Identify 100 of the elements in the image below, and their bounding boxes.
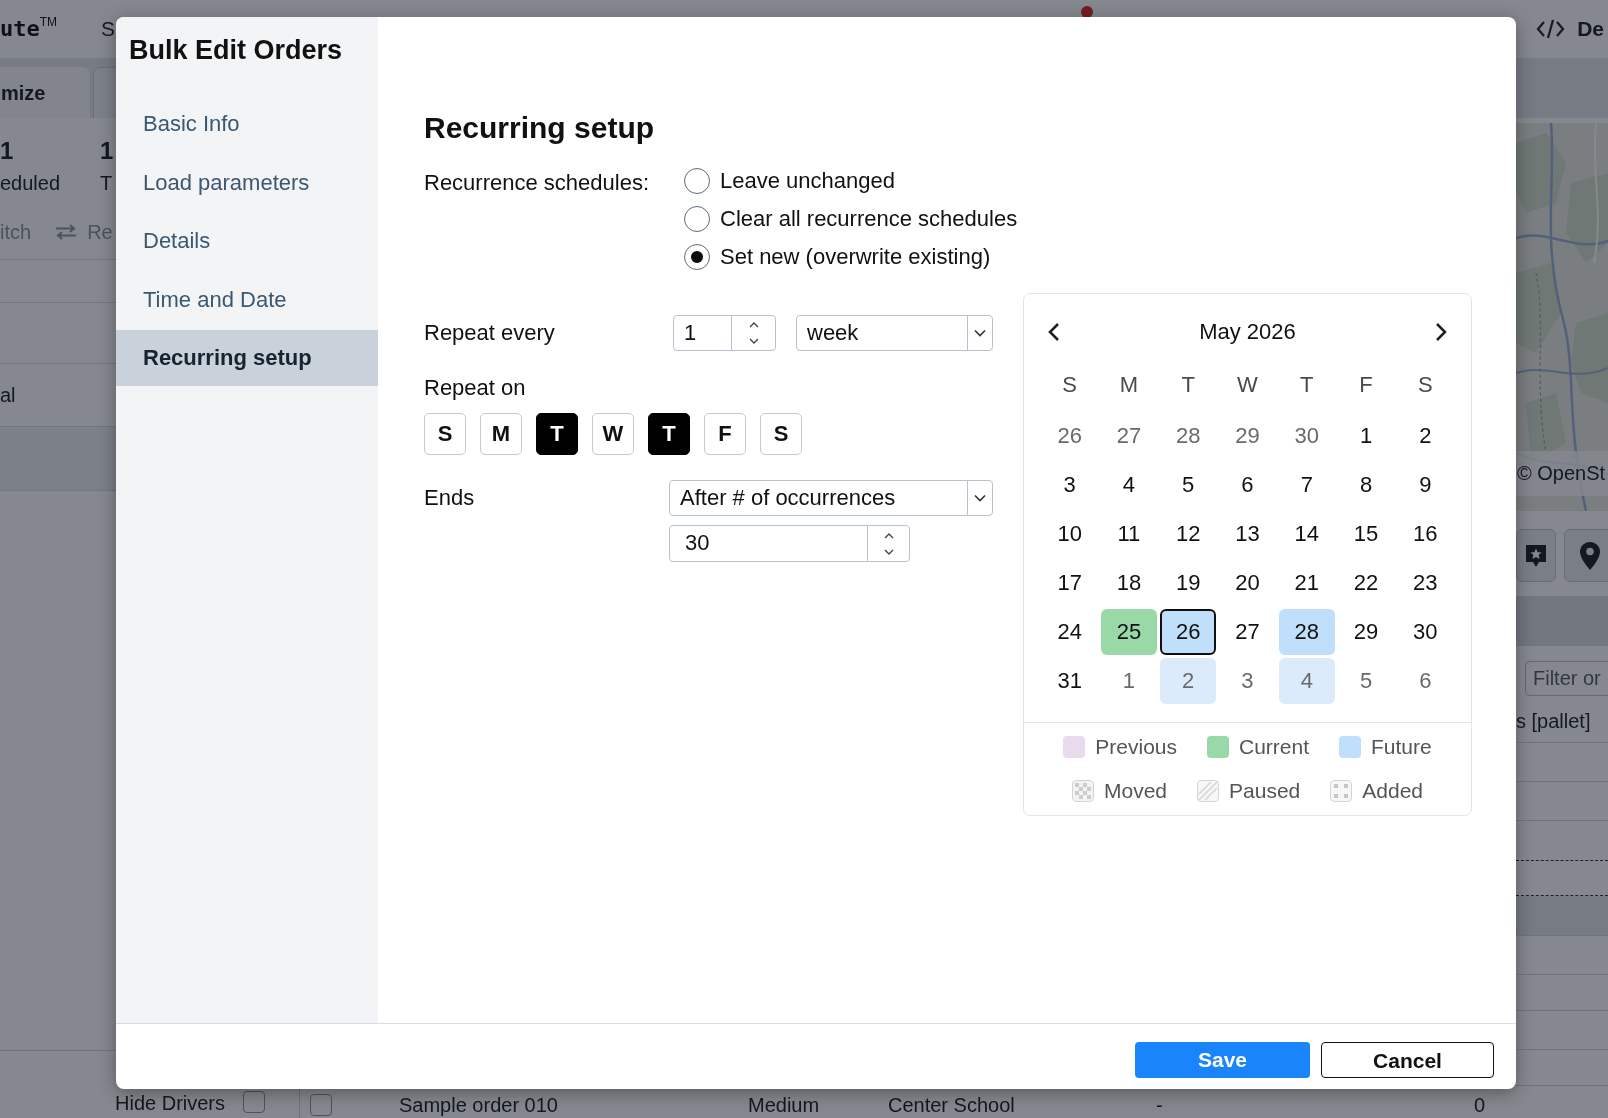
chevron-right-icon[interactable] [1435, 322, 1447, 342]
map-attribution: © OpenSt [1516, 451, 1608, 496]
nav-item[interactable]: Recurring setup [116, 330, 378, 386]
weekday-toggle[interactable]: S [424, 413, 466, 455]
calendar-day[interactable]: 26 [1041, 413, 1098, 459]
calendar-day[interactable]: 27 [1100, 413, 1157, 459]
calendar-day[interactable]: 1 [1100, 658, 1157, 704]
weekday-toggle[interactable]: T [536, 413, 578, 455]
calendar-day[interactable]: 8 [1338, 462, 1395, 508]
weekday-label: T [1181, 373, 1195, 397]
legend-label: Previous [1095, 735, 1177, 759]
calendar-day[interactable]: 31 [1041, 658, 1098, 704]
calendar-day[interactable]: 30 [1397, 609, 1454, 655]
calendar-day[interactable]: 2 [1397, 413, 1454, 459]
calendar-day[interactable]: 19 [1160, 560, 1217, 606]
calendar-day[interactable]: 16 [1397, 511, 1454, 557]
legend-label: Current [1239, 735, 1309, 759]
filter-field[interactable]: Filter or [1525, 661, 1608, 696]
calendar-day[interactable]: 3 [1041, 462, 1098, 508]
map-tool-button[interactable] [1516, 529, 1556, 582]
calendar-day[interactable]: 22 [1338, 560, 1395, 606]
calendar-day[interactable]: 3 [1219, 658, 1276, 704]
field-label: Repeat every [424, 320, 555, 345]
calendar-day[interactable]: 27 [1219, 609, 1276, 655]
nav-item[interactable]: Load parameters [116, 154, 378, 211]
calendar-day[interactable]: 7 [1278, 462, 1335, 508]
nav-item[interactable]: Basic Info [116, 96, 378, 152]
app-logo[interactable]: ute$^{TM}$ [0, 15, 58, 43]
legend-label: Paused [1229, 779, 1301, 803]
calendar-day[interactable]: 4 [1100, 462, 1157, 508]
calendar-day[interactable]: 12 [1160, 511, 1217, 557]
calendar-day[interactable]: 28 [1278, 609, 1335, 655]
radio-button[interactable] [684, 244, 710, 270]
nav-item[interactable]: Time and Date [116, 271, 378, 328]
calendar-day[interactable]: 1 [1338, 413, 1395, 459]
checkbox[interactable] [310, 1094, 332, 1116]
calendar-day[interactable]: 17 [1041, 560, 1098, 606]
stat-value: 1 [0, 137, 14, 165]
calendar-day[interactable]: 25 [1100, 609, 1157, 655]
calendar-day[interactable]: 5 [1338, 658, 1395, 704]
weekday-toggle[interactable]: F [704, 413, 746, 455]
legend-label: Moved [1104, 779, 1168, 803]
chevron-left-icon[interactable] [1048, 322, 1060, 342]
option-label: Set new (overwrite existing) [720, 245, 991, 269]
calendar-day[interactable]: 13 [1219, 511, 1276, 557]
count-field[interactable]: 30 [669, 525, 910, 562]
weekday-label: F [1359, 373, 1373, 397]
chevron-down-icon [974, 494, 986, 502]
calendar-day[interactable]: 6 [1219, 462, 1276, 508]
table-cell-text: Medium [748, 1093, 821, 1117]
field-label: Repeat on [424, 375, 526, 400]
calendar-day[interactable]: 21 [1278, 560, 1335, 606]
calendar-day[interactable]: 20 [1219, 560, 1276, 606]
calendar-day[interactable]: 10 [1041, 511, 1098, 557]
dotted-swatch-icon [1330, 780, 1353, 802]
swap-arrows-icon [55, 224, 78, 240]
calendar-day[interactable]: 9 [1397, 462, 1454, 508]
stat-label: eduled [0, 171, 61, 195]
calendar-day[interactable]: 15 [1338, 511, 1395, 557]
ends-select[interactable]: After # of occurrences [669, 480, 993, 516]
calendar-day[interactable]: 24 [1041, 609, 1098, 655]
weekday-label: S [1418, 373, 1433, 397]
calendar-day[interactable]: 29 [1219, 413, 1276, 459]
checkbox[interactable] [243, 1091, 266, 1113]
radio-button[interactable] [684, 168, 710, 194]
calendar-day[interactable]: 2 [1160, 658, 1217, 704]
calendar-day[interactable]: 6 [1397, 658, 1454, 704]
radio-button[interactable] [684, 206, 710, 232]
option-label: Clear all recurrence schedules [720, 207, 1018, 231]
nav-link[interactable]: S [101, 17, 116, 41]
weekday-toggle[interactable]: S [760, 413, 802, 455]
calendar-day[interactable]: 11 [1100, 511, 1157, 557]
calendar-day[interactable]: 4 [1278, 658, 1335, 704]
tab[interactable]: mize [0, 67, 90, 118]
calendar-day[interactable]: 29 [1338, 609, 1395, 655]
code-icon[interactable] [1536, 18, 1566, 40]
weekday-toggle[interactable]: T [648, 413, 690, 455]
save-button[interactable]: Save [1135, 1042, 1310, 1078]
calendar-day[interactable]: 30 [1278, 413, 1335, 459]
map-tool-button[interactable] [1564, 529, 1608, 582]
calendar-day[interactable]: 18 [1100, 560, 1157, 606]
weekday-toggle[interactable]: M [480, 413, 522, 455]
calendar-day[interactable]: 5 [1160, 462, 1217, 508]
month-label: May 2026 [1199, 320, 1296, 344]
chevron-down-icon [974, 329, 986, 337]
checker-swatch-icon [1072, 780, 1094, 802]
weekday-toggle[interactable]: W [592, 413, 634, 455]
calendar-day[interactable]: 28 [1160, 413, 1217, 459]
nav-link[interactable]: De [1577, 17, 1604, 41]
unit-select[interactable]: week [796, 315, 993, 351]
table-cell-text: Center School [888, 1093, 1016, 1117]
cancel-button[interactable]: Cancel [1321, 1042, 1494, 1078]
calendar-day[interactable]: 14 [1278, 511, 1335, 557]
number-field[interactable]: 1 [673, 315, 776, 351]
calendar-day[interactable]: 26 [1160, 609, 1217, 655]
modal-title: Bulk Edit Orders [129, 34, 343, 66]
nav-item[interactable]: Details [116, 213, 378, 269]
table-cell-text: - [1156, 1093, 1164, 1117]
weekday-label: M [1119, 373, 1139, 397]
calendar-day[interactable]: 23 [1397, 560, 1454, 606]
